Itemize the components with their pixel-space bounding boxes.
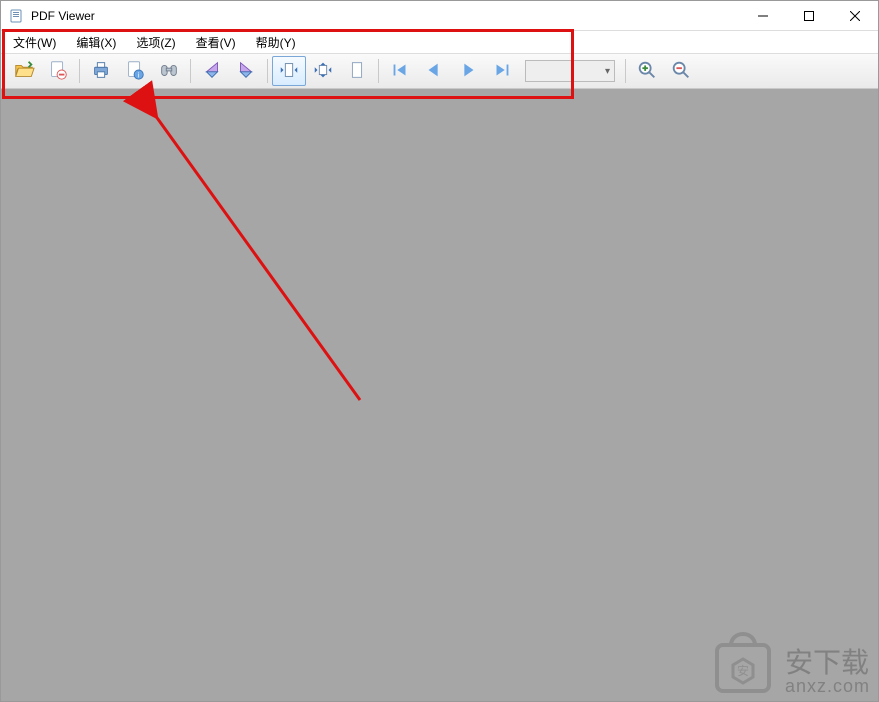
title-bar: PDF Viewer: [1, 1, 878, 31]
page-remove-icon: [47, 59, 69, 84]
rotate-right-button[interactable]: [229, 56, 263, 86]
page-icon: [346, 59, 368, 84]
properties-button[interactable]: i: [118, 56, 152, 86]
page-number-select[interactable]: ▾: [525, 60, 615, 82]
toolbar-separator: [625, 59, 626, 83]
toolbar-separator: [79, 59, 80, 83]
shopping-bag-icon: 安: [707, 631, 779, 695]
maximize-button[interactable]: [786, 1, 832, 30]
chevron-down-icon: ▾: [605, 66, 610, 77]
svg-text:安: 安: [737, 663, 749, 678]
menu-view[interactable]: 查看(V): [188, 32, 244, 53]
window-controls: [740, 1, 878, 30]
fit-width-button[interactable]: [272, 56, 306, 86]
document-area: 安 安下载 anxz.com: [1, 89, 878, 701]
menu-bar: 文件(W) 编辑(X) 选项(Z) 查看(V) 帮助(Y): [1, 31, 878, 53]
rotate-right-icon: [235, 59, 257, 84]
first-page-button[interactable]: [383, 56, 417, 86]
prev-page-button[interactable]: [417, 56, 451, 86]
toolbar-separator: [378, 59, 379, 83]
menu-edit[interactable]: 编辑(X): [68, 32, 124, 53]
first-page-icon: [389, 59, 411, 84]
printer-icon: [90, 59, 112, 84]
menu-file[interactable]: 文件(W): [5, 32, 64, 53]
close-button[interactable]: [832, 1, 878, 30]
rotate-left-icon: [201, 59, 223, 84]
zoom-out-button[interactable]: [664, 56, 698, 86]
next-page-icon: [457, 59, 479, 84]
print-button[interactable]: [84, 56, 118, 86]
window-title: PDF Viewer: [31, 9, 95, 23]
watermark: 安 安下载 anxz.com: [707, 631, 870, 695]
open-file-button[interactable]: [7, 56, 41, 86]
fit-width-icon: [278, 59, 300, 84]
next-page-button[interactable]: [451, 56, 485, 86]
toolbar: i: [1, 53, 878, 89]
open-folder-icon: [13, 59, 35, 84]
close-file-button[interactable]: [41, 56, 75, 86]
minimize-button[interactable]: [740, 1, 786, 30]
menu-help[interactable]: 帮助(Y): [248, 32, 304, 53]
zoom-out-icon: [670, 59, 692, 84]
actual-size-button[interactable]: [340, 56, 374, 86]
fit-page-button[interactable]: [306, 56, 340, 86]
zoom-in-icon: [636, 59, 658, 84]
zoom-in-button[interactable]: [630, 56, 664, 86]
prev-page-icon: [423, 59, 445, 84]
watermark-text-url: anxz.com: [785, 677, 870, 695]
page-info-icon: i: [124, 59, 146, 84]
fit-page-icon: [312, 59, 334, 84]
binoculars-icon: [158, 59, 180, 84]
menu-options[interactable]: 选项(Z): [128, 32, 183, 53]
last-page-icon: [491, 59, 513, 84]
rotate-left-button[interactable]: [195, 56, 229, 86]
toolbar-separator: [267, 59, 268, 83]
find-button[interactable]: [152, 56, 186, 86]
watermark-text-cn: 安下载: [785, 649, 870, 677]
toolbar-separator: [190, 59, 191, 83]
app-icon: [9, 8, 25, 24]
last-page-button[interactable]: [485, 56, 519, 86]
